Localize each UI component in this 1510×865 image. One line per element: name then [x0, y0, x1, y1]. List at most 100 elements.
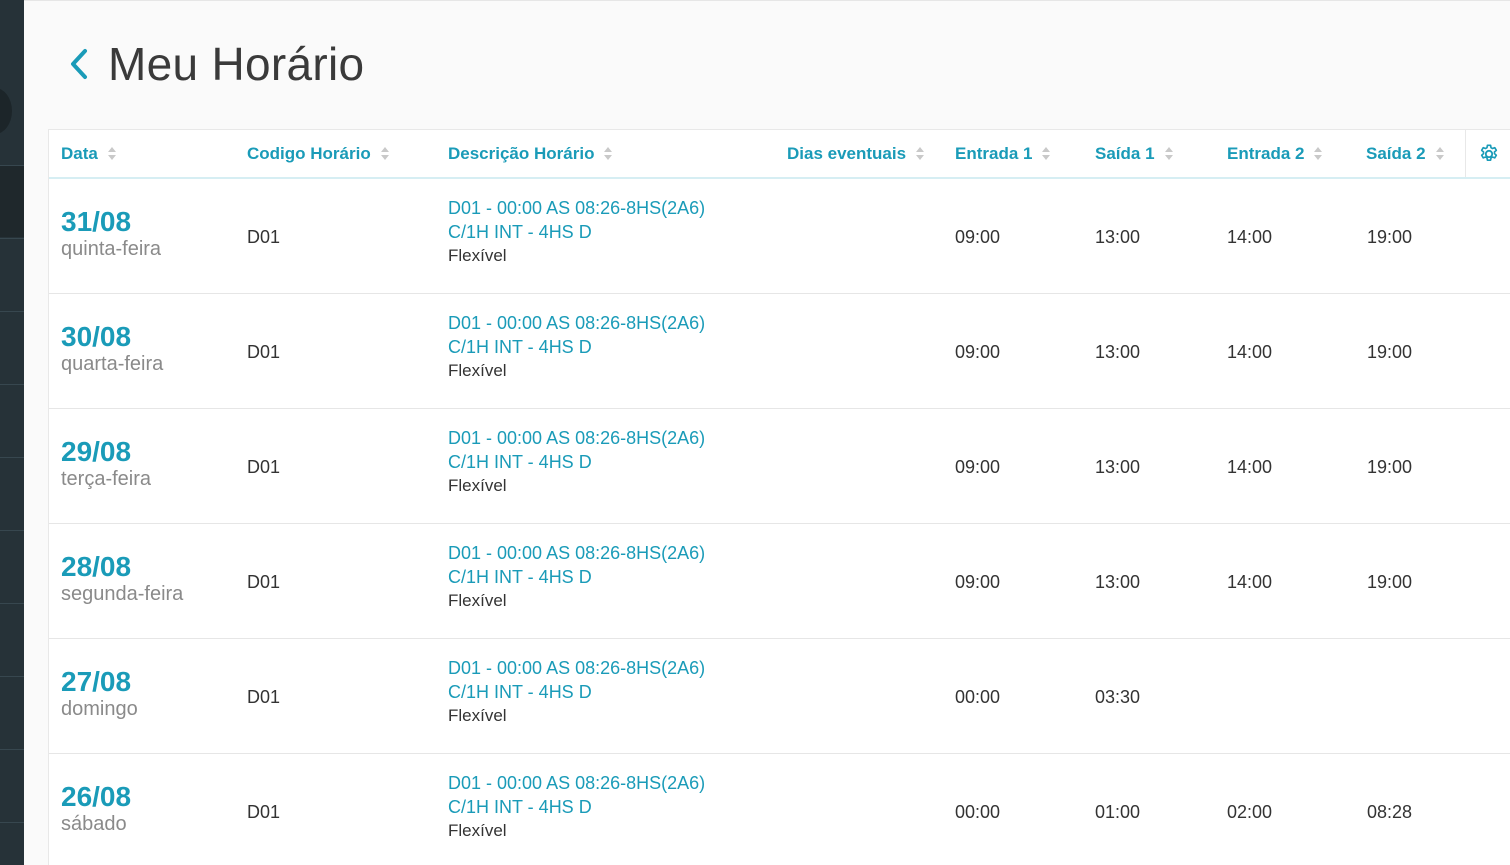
- table-row[interactable]: 30/08 quarta-feira D01 D01 - 00:00 AS 08…: [49, 294, 1510, 409]
- sidebar-divider: [0, 310, 24, 312]
- row-code: D01: [247, 572, 281, 592]
- column-header-saida2[interactable]: Saída 2: [1366, 130, 1444, 177]
- sort-icon[interactable]: [916, 147, 925, 160]
- row-entrada1: 09:00: [955, 572, 1001, 592]
- page-header: Meu Horário: [64, 31, 364, 97]
- sidebar-divider: [0, 164, 24, 166]
- row-saida1: 13:00: [1095, 572, 1141, 592]
- row-date: 26/08: [61, 781, 132, 812]
- row-saida2: 19:00: [1367, 457, 1413, 477]
- table-row[interactable]: 29/08 terça-feira D01 D01 - 00:00 AS 08:…: [49, 409, 1510, 524]
- column-header-data[interactable]: Data: [61, 130, 116, 177]
- row-code: D01: [247, 802, 281, 822]
- sort-icon[interactable]: [1042, 147, 1051, 160]
- row-description-line2: C/1H INT - 4HS D: [448, 452, 592, 472]
- column-header-label: Descrição Horário: [448, 143, 595, 163]
- row-description-line1: D01 - 00:00 AS 08:26-8HS(2A6): [448, 313, 706, 333]
- row-weekday: terça-feira: [61, 468, 152, 490]
- row-entrada1: 00:00: [955, 802, 1001, 822]
- row-entrada1: 09:00: [955, 342, 1001, 362]
- sidebar-divider: [0, 602, 24, 604]
- row-saida2: 19:00: [1367, 342, 1413, 362]
- row-code: D01: [247, 457, 281, 477]
- page-title: Meu Horário: [108, 38, 365, 90]
- row-code: D01: [247, 687, 281, 707]
- row-saida1: 13:00: [1095, 457, 1141, 477]
- column-header-saida1[interactable]: Saída 1: [1095, 130, 1173, 177]
- row-date: 31/08: [61, 206, 132, 237]
- sort-icon[interactable]: [107, 147, 116, 160]
- sort-icon[interactable]: [604, 147, 613, 160]
- sidebar-divider: [0, 383, 24, 385]
- row-weekday: quarta-feira: [61, 353, 164, 375]
- column-header-label: Codigo Horário: [247, 143, 371, 163]
- row-entrada2: 14:00: [1227, 572, 1273, 592]
- column-header-label: Entrada 2: [1227, 143, 1305, 163]
- row-saida1: 01:00: [1095, 802, 1141, 822]
- row-description-type: Flexível: [448, 706, 507, 725]
- row-description-type: Flexível: [448, 246, 507, 265]
- row-entrada2: 14:00: [1227, 342, 1273, 362]
- column-header-descricao[interactable]: Descrição Horário: [448, 130, 613, 177]
- row-description: D01 - 00:00 AS 08:26-8HS(2A6) C/1H INT -…: [448, 196, 705, 268]
- table-row[interactable]: 26/08 sábado D01 D01 - 00:00 AS 08:26-8H…: [49, 754, 1510, 865]
- row-saida2: 19:00: [1367, 227, 1413, 247]
- column-header-entrada2[interactable]: Entrada 2: [1227, 130, 1323, 177]
- sidebar-toggle[interactable]: [0, 88, 12, 134]
- row-description-type: Flexível: [448, 591, 507, 610]
- row-description-line1: D01 - 00:00 AS 08:26-8HS(2A6): [448, 658, 706, 678]
- row-weekday: domingo: [61, 698, 138, 720]
- row-description: D01 - 00:00 AS 08:26-8HS(2A6) C/1H INT -…: [448, 771, 705, 843]
- row-date: 29/08: [61, 436, 132, 467]
- column-header-label: Dias eventuais: [787, 143, 907, 163]
- sidebar-divider: [0, 529, 24, 531]
- sidebar-item-active[interactable]: [0, 165, 24, 237]
- column-header-label: Saída 1: [1095, 143, 1155, 163]
- row-description-line2: C/1H INT - 4HS D: [448, 222, 592, 242]
- sidebar-divider: [0, 748, 24, 750]
- column-header-label: Saída 2: [1366, 143, 1426, 163]
- row-weekday: quinta-feira: [61, 238, 162, 260]
- row-weekday: segunda-feira: [61, 583, 184, 605]
- row-description-line2: C/1H INT - 4HS D: [448, 797, 592, 817]
- row-entrada2: 14:00: [1227, 457, 1273, 477]
- sort-icon[interactable]: [1164, 147, 1173, 160]
- table-settings-button[interactable]: [1465, 130, 1510, 177]
- sidebar-divider: [0, 456, 24, 458]
- row-description: D01 - 00:00 AS 08:26-8HS(2A6) C/1H INT -…: [448, 656, 705, 728]
- main-content: Meu Horário Data Codigo Horário Descriçã…: [24, 0, 1510, 865]
- row-entrada2: 14:00: [1227, 227, 1273, 247]
- column-header-dias-eventuais[interactable]: Dias eventuais: [787, 130, 925, 177]
- row-description-line1: D01 - 00:00 AS 08:26-8HS(2A6): [448, 773, 706, 793]
- row-entrada1: 09:00: [955, 457, 1001, 477]
- row-weekday: sábado: [61, 813, 127, 835]
- row-description-line1: D01 - 00:00 AS 08:26-8HS(2A6): [448, 543, 706, 563]
- sidebar-divider: [0, 821, 24, 823]
- row-date: 30/08: [61, 321, 132, 352]
- row-entrada2: 02:00: [1227, 802, 1273, 822]
- table-row[interactable]: 27/08 domingo D01 D01 - 00:00 AS 08:26-8…: [49, 639, 1510, 754]
- column-header-codigo[interactable]: Codigo Horário: [247, 130, 389, 177]
- row-description-line1: D01 - 00:00 AS 08:26-8HS(2A6): [448, 428, 706, 448]
- column-header-entrada1[interactable]: Entrada 1: [955, 130, 1051, 177]
- row-saida1: 13:00: [1095, 227, 1141, 247]
- row-description-line2: C/1H INT - 4HS D: [448, 337, 592, 357]
- row-description-line2: C/1H INT - 4HS D: [448, 567, 592, 587]
- table-header: Data Codigo Horário Descrição Horário Di…: [49, 130, 1510, 179]
- sort-icon[interactable]: [1435, 147, 1444, 160]
- sort-icon[interactable]: [1314, 147, 1323, 160]
- sidebar-divider: [0, 675, 24, 677]
- column-header-label: Entrada 1: [955, 143, 1033, 163]
- table-row[interactable]: 28/08 segunda-feira D01 D01 - 00:00 AS 0…: [49, 524, 1510, 639]
- table-row[interactable]: 31/08 quinta-feira D01 D01 - 00:00 AS 08…: [49, 179, 1510, 294]
- row-description-type: Flexível: [448, 476, 507, 495]
- row-description-type: Flexível: [448, 361, 507, 380]
- chevron-left-icon[interactable]: [64, 44, 94, 84]
- row-description-type: Flexível: [448, 821, 507, 840]
- gear-icon: [1480, 143, 1498, 161]
- sort-icon[interactable]: [380, 147, 389, 160]
- row-date: 27/08: [61, 666, 132, 697]
- row-entrada1: 00:00: [955, 687, 1001, 707]
- row-description-line2: C/1H INT - 4HS D: [448, 682, 592, 702]
- left-sidebar: [0, 0, 24, 865]
